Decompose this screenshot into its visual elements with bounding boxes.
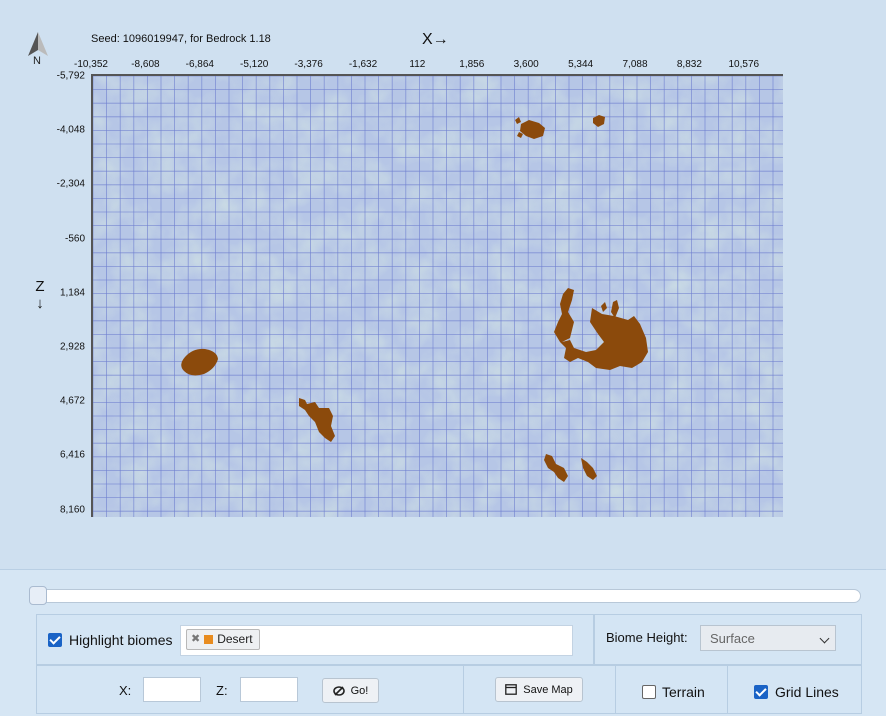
z-axis-title-text: Z ↓ bbox=[35, 278, 45, 312]
save-icon bbox=[505, 684, 518, 695]
go-button-label: Go! bbox=[350, 684, 369, 697]
x-tick-label: 7,088 bbox=[622, 59, 648, 70]
terrain-label: Terrain bbox=[662, 684, 705, 700]
z-coord-label: Z: bbox=[216, 683, 228, 698]
x-tick-label: -3,376 bbox=[294, 59, 323, 70]
grid-lines-checkbox[interactable] bbox=[754, 685, 768, 699]
x-tick-label: 1,856 bbox=[459, 59, 485, 70]
biome-height-label: Biome Height: bbox=[606, 630, 688, 645]
x-tick-label: 3,600 bbox=[513, 59, 539, 70]
go-button[interactable]: Go! bbox=[322, 678, 379, 703]
highlight-biomes-checkbox[interactable] bbox=[48, 633, 62, 647]
chevron-down-icon bbox=[819, 633, 830, 644]
biome-tag-desert: ✖ Desert bbox=[186, 629, 260, 650]
biome-map[interactable] bbox=[91, 74, 783, 517]
z-tick-label: -4,048 bbox=[56, 124, 85, 136]
z-tick-label: -2,304 bbox=[56, 178, 85, 190]
x-coord-input[interactable] bbox=[143, 677, 201, 702]
z-axis-title: Z ↓ bbox=[33, 278, 47, 312]
map-terrain-texture bbox=[93, 76, 783, 517]
z-tick-label: -560 bbox=[64, 233, 85, 245]
save-map-label: Save Map bbox=[523, 683, 573, 696]
terrain-checkbox[interactable] bbox=[642, 685, 656, 699]
go-icon bbox=[332, 685, 345, 696]
biome-tag-label: Desert bbox=[217, 632, 253, 646]
x-tick-label: -10,352 bbox=[74, 59, 108, 70]
remove-tag-icon[interactable]: ✖ bbox=[191, 630, 200, 649]
grid-lines-label: Grid Lines bbox=[775, 684, 839, 700]
x-tick-label: 112 bbox=[409, 59, 426, 70]
x-tick-label: -8,608 bbox=[131, 59, 160, 70]
z-tick-label: 8,160 bbox=[59, 504, 85, 516]
x-coord-label: X: bbox=[119, 683, 132, 698]
biome-color-swatch bbox=[204, 635, 214, 644]
z-tick-label: -5,792 bbox=[56, 70, 85, 82]
x-axis-title: X→ bbox=[422, 31, 449, 48]
z-tick-label: 2,928 bbox=[59, 341, 85, 353]
progress-slider-track[interactable] bbox=[29, 589, 861, 603]
x-tick-label: -5,120 bbox=[240, 59, 269, 70]
biome-height-select[interactable]: Surface bbox=[700, 625, 836, 651]
compass-label: N bbox=[33, 55, 41, 67]
x-tick-label: 10,576 bbox=[728, 59, 760, 70]
x-tick-label: -6,864 bbox=[185, 59, 214, 70]
save-map-button[interactable]: Save Map bbox=[495, 677, 583, 702]
z-tick-label: 6,416 bbox=[59, 449, 85, 461]
z-tick-label: 1,184 bbox=[59, 287, 85, 299]
z-tick-label: 4,672 bbox=[59, 395, 85, 407]
biome-height-value: Surface bbox=[710, 631, 755, 646]
z-coord-input[interactable] bbox=[240, 677, 298, 702]
x-tick-label: -1,632 bbox=[348, 59, 378, 70]
highlight-biomes-label: Highlight biomes bbox=[69, 632, 173, 648]
seed-info: Seed: 1096019947, for Bedrock 1.18 bbox=[91, 33, 271, 45]
x-tick-label: 5,344 bbox=[568, 59, 594, 70]
x-tick-label: 8,832 bbox=[676, 59, 702, 70]
compass-north-icon: N bbox=[22, 30, 54, 70]
progress-slider-thumb[interactable] bbox=[29, 586, 47, 605]
